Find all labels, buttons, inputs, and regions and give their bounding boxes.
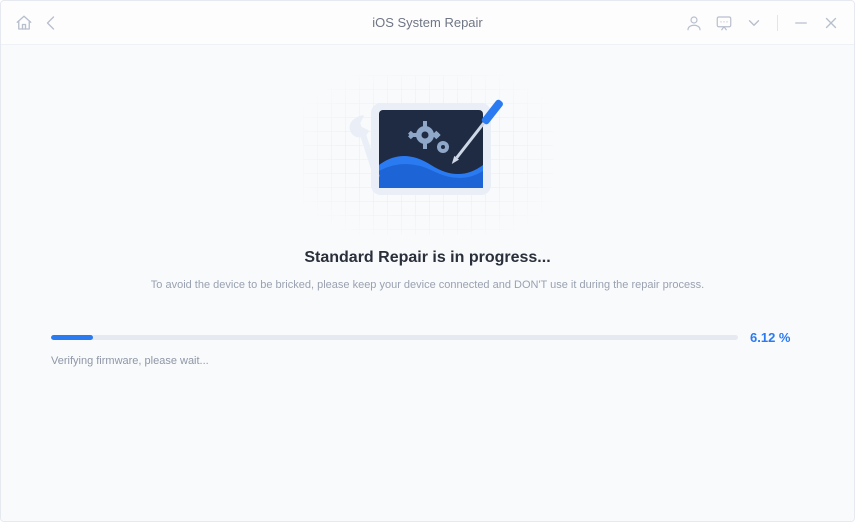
user-icon[interactable]	[685, 14, 703, 32]
back-icon[interactable]	[43, 14, 61, 32]
minimize-icon[interactable]	[792, 14, 810, 32]
progress-row: 6.12 %	[51, 330, 804, 345]
titlebar-left	[15, 14, 61, 32]
titlebar-right	[685, 14, 840, 32]
home-icon[interactable]	[15, 14, 33, 32]
progress-status: Verifying firmware, please wait...	[51, 355, 209, 367]
repair-illustration	[333, 85, 523, 225]
feedback-icon[interactable]	[715, 14, 733, 32]
titlebar-divider	[777, 15, 778, 31]
app-title: iOS System Repair	[372, 15, 483, 30]
progress-bar	[51, 335, 738, 340]
chevron-down-icon[interactable]	[745, 14, 763, 32]
progress-heading: Standard Repair is in progress...	[304, 249, 550, 267]
illustration-wrap	[333, 85, 523, 225]
progress-subtext: To avoid the device to be bricked, pleas…	[151, 277, 704, 294]
titlebar: iOS System Repair	[1, 1, 854, 45]
close-icon[interactable]	[822, 14, 840, 32]
main-content: Standard Repair is in progress... To avo…	[1, 45, 854, 521]
progress-fill	[51, 335, 93, 340]
app-window: iOS System Repair	[0, 0, 855, 522]
progress-percent: 6.12 %	[750, 330, 804, 345]
